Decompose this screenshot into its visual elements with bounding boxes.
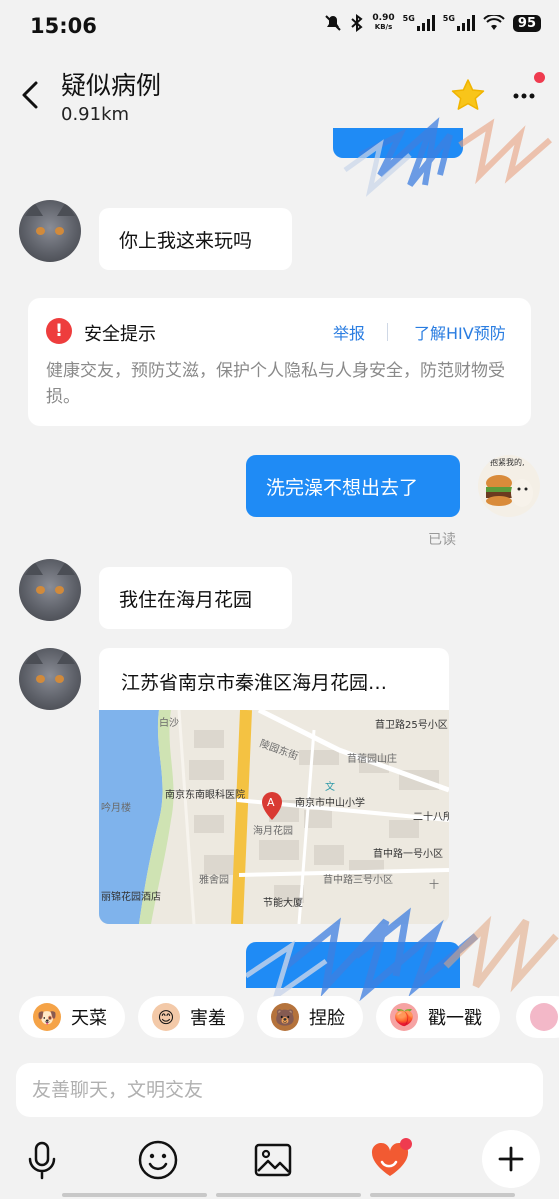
image-button[interactable]: [251, 1138, 295, 1182]
smiley-icon: [138, 1140, 178, 1180]
page-title: 疑似病例: [61, 71, 162, 100]
quick-reply-chip[interactable]: 🐻 捏脸: [257, 996, 363, 1038]
gift-heart-button[interactable]: [368, 1138, 412, 1182]
corgi-icon: 🐶: [33, 1003, 61, 1031]
message-bubble[interactable]: 我住在海月花园: [99, 567, 292, 629]
my-message-bubble[interactable]: 洗完澡不想出去了: [246, 455, 460, 517]
message-bubble[interactable]: 你上我这来玩吗: [99, 208, 292, 270]
map-label: 节能大厦: [263, 896, 303, 909]
map-label: 白沙: [159, 716, 179, 729]
network-speed: 0.90 KB/s: [372, 13, 395, 32]
map-label: 海月花园: [253, 824, 293, 837]
safety-title: 安全提示: [84, 324, 156, 345]
distance-label: 0.91km: [61, 104, 130, 125]
map-label: 苜卫路25号小区: [375, 718, 448, 731]
quick-reply-chip-partial[interactable]: [516, 996, 559, 1038]
more-dots-icon: [513, 93, 535, 99]
sim1-label: 5G: [402, 13, 415, 23]
avatar[interactable]: [19, 200, 81, 262]
more-actions-button[interactable]: [482, 1130, 540, 1188]
chip-label: 戳一戳: [428, 1008, 482, 1029]
mute-icon: [325, 15, 342, 31]
status-icons: 0.90 KB/s 5G 5G 95: [324, 14, 541, 32]
emoji-button[interactable]: [136, 1138, 180, 1182]
chevron-left-icon: [22, 81, 38, 109]
plus-icon: [498, 1146, 524, 1172]
divider: [387, 323, 388, 341]
chip-label: 天菜: [71, 1008, 107, 1029]
quick-reply-chip[interactable]: 😊 害羞: [138, 996, 244, 1038]
map-pin-letter: A: [267, 796, 275, 809]
message-bubble-redacted-1[interactable]: [333, 128, 463, 158]
avatar[interactable]: [19, 648, 81, 710]
map-preview[interactable]: 白沙 吟月楼 南京东南眼科医院 南京市中山小学 海月花园 苜卫路25号小区 苜蓿…: [99, 710, 449, 924]
gesture-bar: [216, 1193, 361, 1197]
map-graphic: 白沙 吟月楼 南京东南眼科医院 南京市中山小学 海月花园 苜卫路25号小区 苜蓿…: [99, 710, 449, 924]
read-status: 已读: [428, 532, 456, 548]
location-title: 江苏省南京市秦淮区海月花园…: [121, 672, 388, 694]
sim2-label: 5G: [442, 13, 455, 23]
gesture-bar: [370, 1193, 515, 1197]
bear-icon: 🐻: [271, 1003, 299, 1031]
chip-label: 捏脸: [309, 1008, 345, 1029]
star-icon: [451, 79, 485, 110]
learn-hiv-prevention-link[interactable]: 了解HIV预防: [414, 320, 506, 344]
status-time: 15:06: [30, 14, 97, 38]
map-label: 文: [325, 780, 335, 793]
my-avatar[interactable]: *抱紧我的,: [478, 455, 540, 517]
map-label: 二十八所: [413, 810, 449, 823]
notification-dot: [534, 72, 545, 83]
signal-icon-2: [456, 15, 475, 31]
quick-reply-chip[interactable]: 🐶 天菜: [19, 996, 125, 1038]
signal-icon: [416, 15, 435, 31]
more-button[interactable]: [506, 80, 546, 110]
map-label: 苜蓿园山庄: [347, 752, 397, 765]
voice-button[interactable]: [20, 1138, 64, 1182]
wifi-icon: [483, 15, 505, 30]
message-bubble-redacted-2[interactable]: [246, 942, 460, 988]
quick-reply-chip[interactable]: 🍑 戳一戳: [376, 996, 500, 1038]
gesture-bar: [62, 1193, 207, 1197]
safety-body-text: 健康交友，预防艾滋，保护个人隐私与人身安全，防范财物受损。: [46, 361, 505, 407]
message-input[interactable]: [16, 1063, 543, 1117]
burger-icon: [486, 475, 533, 507]
favorite-button[interactable]: [450, 78, 486, 116]
report-link[interactable]: 举报: [333, 320, 365, 344]
warning-icon: !: [46, 318, 72, 344]
map-label: 雅舍园: [199, 873, 229, 886]
battery-level: 95: [512, 14, 541, 32]
peach-icon: 🍑: [390, 1003, 418, 1031]
map-label: 南京东南眼科医院: [165, 788, 245, 801]
map-label: 南京市中山小学: [295, 796, 365, 809]
safety-tip-card: ! 安全提示 举报 了解HIV预防 健康交友，预防艾滋，保护个人隐私与人身安全，…: [28, 298, 531, 426]
map-label: 苜中路三号小区: [323, 873, 393, 886]
map-label: 苜中路一号小区: [373, 847, 443, 860]
location-card[interactable]: 江苏省南京市秦淮区海月花园… 白沙 吟月楼 南京东南眼科医院 南京市中山小学 海…: [99, 648, 449, 924]
heart-icon: [371, 1138, 412, 1176]
microphone-icon: [28, 1141, 56, 1180]
bluetooth-icon: [351, 14, 363, 32]
image-icon: [254, 1143, 292, 1177]
avatar[interactable]: [19, 559, 81, 621]
back-button[interactable]: [16, 78, 46, 112]
emoji-icon: [530, 1003, 558, 1031]
map-label: 吟月楼: [101, 801, 131, 814]
shy-face-icon: 😊: [152, 1003, 180, 1031]
map-label: 丽锦花园酒店: [101, 890, 161, 903]
map-label: 十: [429, 878, 439, 891]
chip-label: 害羞: [190, 1008, 226, 1029]
